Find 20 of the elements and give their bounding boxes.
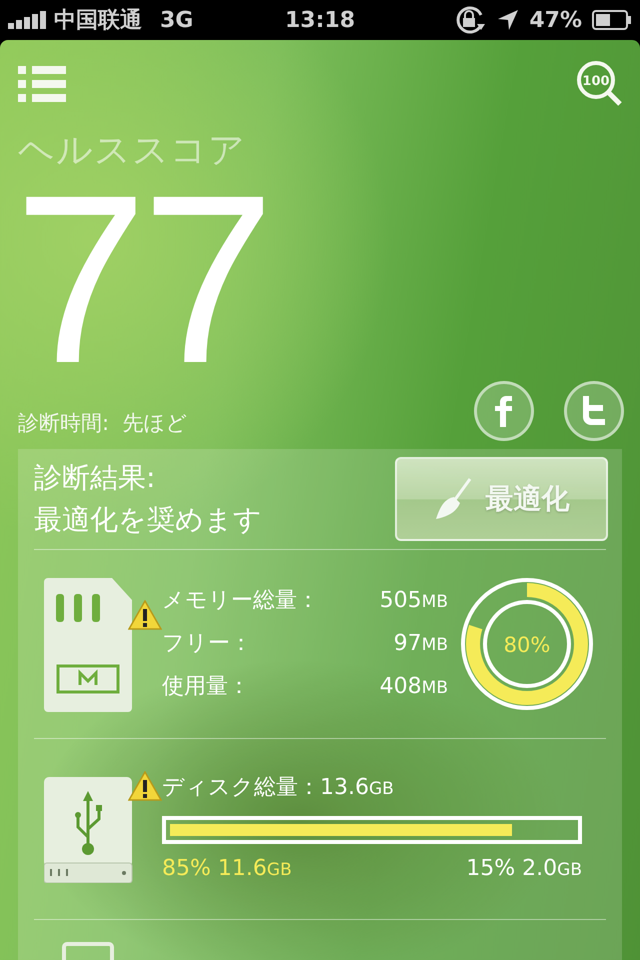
diagnosis-time: 診断時間: 先ほど (18, 410, 188, 437)
memory-value: 97MB (394, 630, 448, 658)
memory-label: 使用量： (162, 672, 250, 700)
memory-value: 408MB (380, 672, 448, 700)
health-score-title: ヘルススコア (18, 129, 247, 173)
health-score: 77 (14, 179, 270, 379)
memory-value: 505MB (380, 586, 448, 614)
memory-usage-percent: 80% (504, 633, 550, 657)
network-type: 3G (160, 8, 194, 32)
battery-percent: 47% (529, 8, 582, 32)
diagnosis-result-text: 診断結果: (34, 460, 156, 496)
diagnosis-result-text: 最適化を奨めます (34, 502, 262, 538)
disk-used: 85% 11.6GB (162, 855, 292, 883)
carrier-name: 中国联通 (54, 7, 142, 35)
memory-label: メモリー総量： (162, 586, 319, 614)
score-limit-label: 100 (582, 74, 610, 89)
memory-label: フリー： (162, 630, 252, 658)
clock-time: 13:18 (284, 8, 356, 32)
disk-free: 15% 2.0GB (466, 855, 582, 883)
disk-total: ディスク総量：13.6GB (162, 774, 395, 802)
